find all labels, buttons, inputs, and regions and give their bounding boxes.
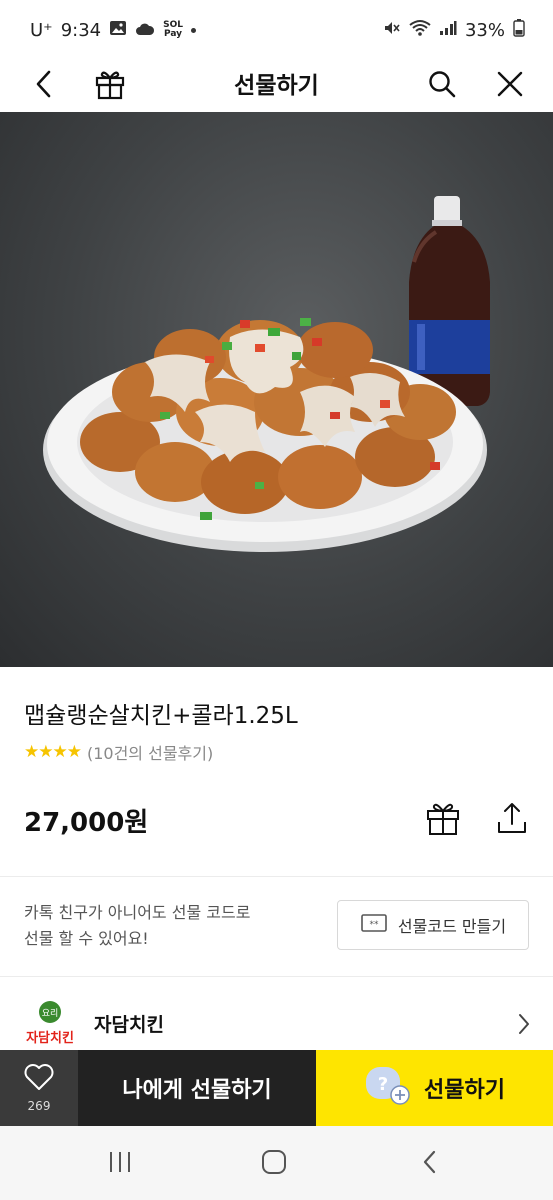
divider [0,976,553,977]
divider [0,876,553,877]
sol-pay-icon: SOL Pay [163,21,183,39]
svg-text:요리: 요리 [42,1008,59,1019]
gift-icon [94,68,126,104]
close-icon [496,70,524,102]
store-name: 자담치킨 [94,1014,164,1036]
store-logo: 요리 자담치킨 [22,996,78,1050]
store-row[interactable]: 요리 자담치킨 자담치킨 [0,992,553,1054]
gift-code-description: 카톡 친구가 아니어도 선물 코드로 선물 할 수 있어요! [24,900,324,952]
product-title: 맵슐랭순살치킨+콜라1.25L [24,703,298,729]
gift-code-text-line2: 선물 할 수 있어요! [24,929,149,948]
status-bar: U⁺ 9:34 SOL Pay 33% [0,0,553,60]
battery-percent: 33% [464,19,505,41]
back-icon [34,69,54,103]
carrier-label: U⁺ [30,19,53,41]
system-nav-bar [0,1126,553,1200]
send-gift-button[interactable]: ? 선물하기 [316,1050,553,1126]
product-image[interactable] [0,112,553,667]
friend-select-icon: ? [364,1065,410,1111]
status-right: 33% [383,18,525,42]
cloud-icon [135,20,155,41]
battery-icon [513,18,525,42]
product-price: 27,000원 [24,808,149,838]
star-rating: ★★★★ [24,742,82,762]
share-button[interactable] [490,798,534,842]
create-gift-code-label: 선물코드 만들기 [397,917,507,936]
gift-wrap-button[interactable] [421,798,465,842]
gift-to-self-button[interactable]: 나에게 선물하기 [78,1050,316,1126]
search-button[interactable] [416,60,468,112]
search-icon [427,69,457,103]
svg-text:**: ** [369,920,379,930]
review-count: (10건의 선물후기) [86,744,214,763]
recent-apps-icon [107,1150,133,1178]
chevron-right-icon [517,1012,531,1040]
svg-text:자담치킨: 자담치킨 [26,1030,74,1046]
share-icon [495,800,529,840]
status-left: U⁺ 9:34 SOL Pay [30,20,196,41]
bottom-action-bar: 269 나에게 선물하기 ? 선물하기 [0,1050,553,1126]
home-icon [261,1149,287,1179]
mute-icon [383,19,401,42]
back-icon [422,1149,438,1179]
signal-icon [439,20,457,41]
send-gift-label: 선물하기 [424,1078,505,1103]
image-icon [109,20,127,41]
clock: 9:34 [60,19,102,41]
recent-apps-button[interactable] [90,1144,150,1184]
page-title: 선물하기 [234,73,319,99]
wifi-icon [409,19,431,42]
cola-bottle-illustration [409,196,490,406]
home-button[interactable] [244,1144,304,1184]
heart-icon [23,1063,55,1095]
notification-dot [190,27,196,33]
gift-code-text-line1: 카톡 친구가 아니어도 선물 코드로 [24,903,251,922]
rating-row[interactable]: ★★★★ (10건의 선물후기) [24,740,213,764]
ticket-icon: ** [360,912,388,938]
top-nav-bar: 선물하기 [0,60,553,112]
sol-pay-bottom: Pay [164,29,183,39]
svg-text:?: ? [378,1074,388,1095]
close-button[interactable] [484,60,536,112]
gift-box-button[interactable] [84,60,136,112]
back-button[interactable] [18,60,70,112]
wishlist-count: 269 [27,1099,51,1113]
wishlist-button[interactable]: 269 [0,1050,78,1126]
create-gift-code-button[interactable]: ** 선물코드 만들기 [337,900,529,950]
system-back-button[interactable] [400,1144,460,1184]
gift-icon [425,800,461,840]
